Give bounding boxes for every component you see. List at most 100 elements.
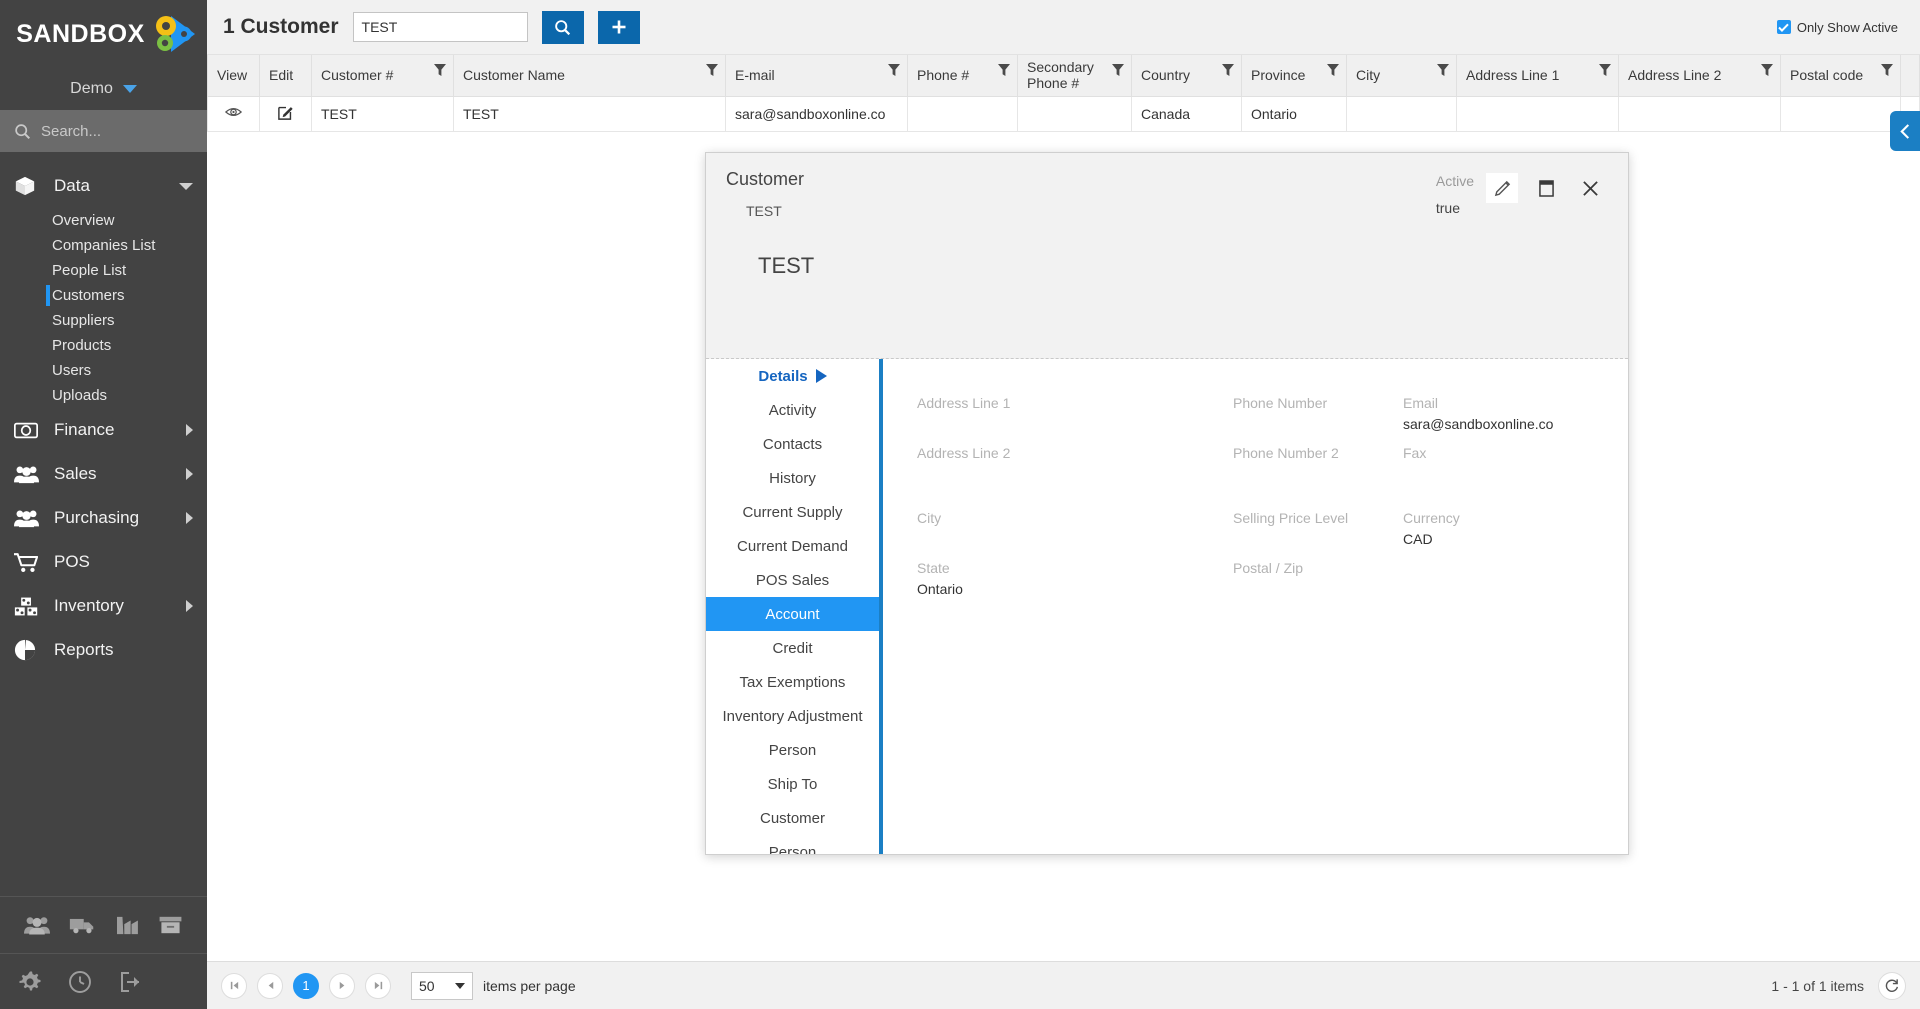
brand-logo-area[interactable]: SANDBOX xyxy=(0,0,207,68)
pencil-square-icon[interactable] xyxy=(277,104,294,120)
refresh-button[interactable] xyxy=(1878,971,1906,1000)
column-header-address-line-1[interactable]: Address Line 1 xyxy=(1456,55,1619,97)
modal-close-button[interactable] xyxy=(1574,173,1606,203)
filter-icon[interactable] xyxy=(1112,63,1124,80)
clock-icon[interactable] xyxy=(68,970,92,994)
items-per-page-label: items per page xyxy=(483,977,576,994)
last-page-button[interactable] xyxy=(365,972,391,999)
modal-tab-current-supply[interactable]: Current Supply xyxy=(706,495,879,529)
first-page-button[interactable] xyxy=(221,972,247,999)
sidebar-group-reports[interactable]: Reports xyxy=(0,628,207,672)
column-header-secondary-phone[interactable]: Secondary Phone # xyxy=(1017,55,1132,97)
table-row[interactable]: TEST TEST sara@sandboxonline.co Canada O… xyxy=(207,95,1920,132)
page-number-button[interactable]: 1 xyxy=(293,972,319,999)
modal-tab-credit[interactable]: Credit xyxy=(706,631,879,665)
sidebar-item-products[interactable]: Products xyxy=(0,333,207,358)
filter-icon[interactable] xyxy=(998,63,1010,80)
column-header-email[interactable]: E-mail xyxy=(725,55,908,97)
column-header-address-line-2[interactable]: Address Line 2 xyxy=(1618,55,1781,97)
archive-icon[interactable] xyxy=(158,915,183,935)
column-header-customer-number[interactable]: Customer # xyxy=(311,55,454,97)
modal-tab-details[interactable]: Details xyxy=(706,359,879,393)
sidebar-group-sales[interactable]: Sales xyxy=(0,452,207,496)
modal-tab-ship-to[interactable]: Ship To xyxy=(706,767,879,801)
people-icon[interactable] xyxy=(23,915,50,935)
panel-collapse-button[interactable] xyxy=(1890,111,1920,151)
search-button[interactable] xyxy=(541,10,584,44)
column-header-customer-name[interactable]: Customer Name xyxy=(453,55,726,97)
sidebar-group-pos[interactable]: POS xyxy=(0,540,207,584)
sidebar-group-purchasing[interactable]: Purchasing xyxy=(0,496,207,540)
next-page-icon xyxy=(339,981,344,990)
sidebar-item-companies-list[interactable]: Companies List xyxy=(0,233,207,258)
modal-tab-inventory-adjustment[interactable]: Inventory Adjustment xyxy=(706,699,879,733)
sidebar-item-suppliers[interactable]: Suppliers xyxy=(0,308,207,333)
modal-tab-person[interactable]: Person xyxy=(706,733,879,767)
sidebar-search[interactable]: Search... xyxy=(0,110,207,152)
page-size-value: 50 xyxy=(419,977,435,994)
modal-tab-activity[interactable]: Activity xyxy=(706,393,879,427)
column-header-edit[interactable]: Edit xyxy=(259,55,312,97)
add-customer-button[interactable] xyxy=(597,10,640,44)
org-selector[interactable]: Demo xyxy=(0,68,207,110)
modal-tab-pos-sales[interactable]: POS Sales xyxy=(706,563,879,597)
modal-tab-list: Details Activity Contacts History Curren… xyxy=(706,359,883,854)
modal-edit-button[interactable] xyxy=(1486,173,1518,203)
field-phone-number-2: Phone Number 2 xyxy=(1233,445,1403,510)
modal-tab-tax-exemptions[interactable]: Tax Exemptions xyxy=(706,665,879,699)
only-show-active-checkbox[interactable] xyxy=(1776,20,1791,34)
page-size-select[interactable]: 50 xyxy=(411,971,473,1000)
page-toolbar: 1 Customer TEST Only Show Active xyxy=(207,0,1920,55)
modal-tab-account[interactable]: Account xyxy=(706,597,879,631)
sidebar-item-customers[interactable]: Customers xyxy=(0,283,207,308)
filter-icon[interactable] xyxy=(1222,63,1234,80)
modal-maximize-button[interactable] xyxy=(1530,173,1562,203)
sidebar-item-overview[interactable]: Overview xyxy=(0,208,207,233)
column-header-city[interactable]: City xyxy=(1346,55,1457,97)
row-edit-cell[interactable] xyxy=(259,95,312,132)
column-header-province[interactable]: Province xyxy=(1241,55,1347,97)
gear-icon[interactable] xyxy=(18,970,42,994)
filter-icon[interactable] xyxy=(706,63,718,80)
filter-icon[interactable] xyxy=(1437,63,1449,80)
filter-icon[interactable] xyxy=(434,63,446,80)
filter-icon[interactable] xyxy=(1599,63,1611,80)
sidebar-group-data[interactable]: Data xyxy=(0,164,207,208)
sidebar-group-finance[interactable]: Finance xyxy=(0,408,207,452)
logout-icon[interactable] xyxy=(118,970,142,994)
row-view-cell[interactable] xyxy=(207,95,260,132)
cell-customer-name[interactable]: TEST xyxy=(453,95,726,132)
filter-icon[interactable] xyxy=(1881,63,1893,80)
filter-icon[interactable] xyxy=(888,63,900,80)
modal-tab-contacts[interactable]: Contacts xyxy=(706,427,879,461)
column-header-postal-code[interactable]: Postal code xyxy=(1780,55,1901,97)
sidebar-item-label: Overview xyxy=(52,212,115,229)
boxes-icon xyxy=(14,596,48,617)
column-header-phone[interactable]: Phone # xyxy=(907,55,1018,97)
column-header-view[interactable]: View xyxy=(207,55,260,97)
eye-icon[interactable] xyxy=(224,105,243,119)
chevron-right-icon xyxy=(186,512,193,524)
cell-email[interactable]: sara@sandboxonline.co xyxy=(725,95,908,132)
factory-icon[interactable] xyxy=(115,915,139,935)
sidebar-group-inventory[interactable]: Inventory xyxy=(0,584,207,628)
chevron-down-icon xyxy=(122,85,137,93)
next-page-button[interactable] xyxy=(329,972,355,999)
people-icon xyxy=(14,464,48,484)
filter-icon[interactable] xyxy=(1761,63,1773,80)
modal-account-pane: Address Line 1 Phone Number Email sara@s… xyxy=(883,359,1628,854)
sidebar-item-people-list[interactable]: People List xyxy=(0,258,207,283)
only-show-active-toggle[interactable]: Only Show Active xyxy=(1776,20,1904,35)
filter-icon[interactable] xyxy=(1327,63,1339,80)
sidebar-item-users[interactable]: Users xyxy=(0,358,207,383)
prev-page-button[interactable] xyxy=(257,972,283,999)
modal-tab-current-demand[interactable]: Current Demand xyxy=(706,529,879,563)
modal-tab-customer[interactable]: Customer xyxy=(706,801,879,835)
sidebar-item-uploads[interactable]: Uploads xyxy=(0,383,207,408)
search-input[interactable]: TEST xyxy=(352,12,528,42)
column-header-country[interactable]: Country xyxy=(1131,55,1242,97)
modal-tab-person-2[interactable]: Person xyxy=(706,835,879,855)
sidebar-item-label: Products xyxy=(52,337,112,354)
truck-icon[interactable] xyxy=(69,915,95,935)
modal-tab-history[interactable]: History xyxy=(706,461,879,495)
